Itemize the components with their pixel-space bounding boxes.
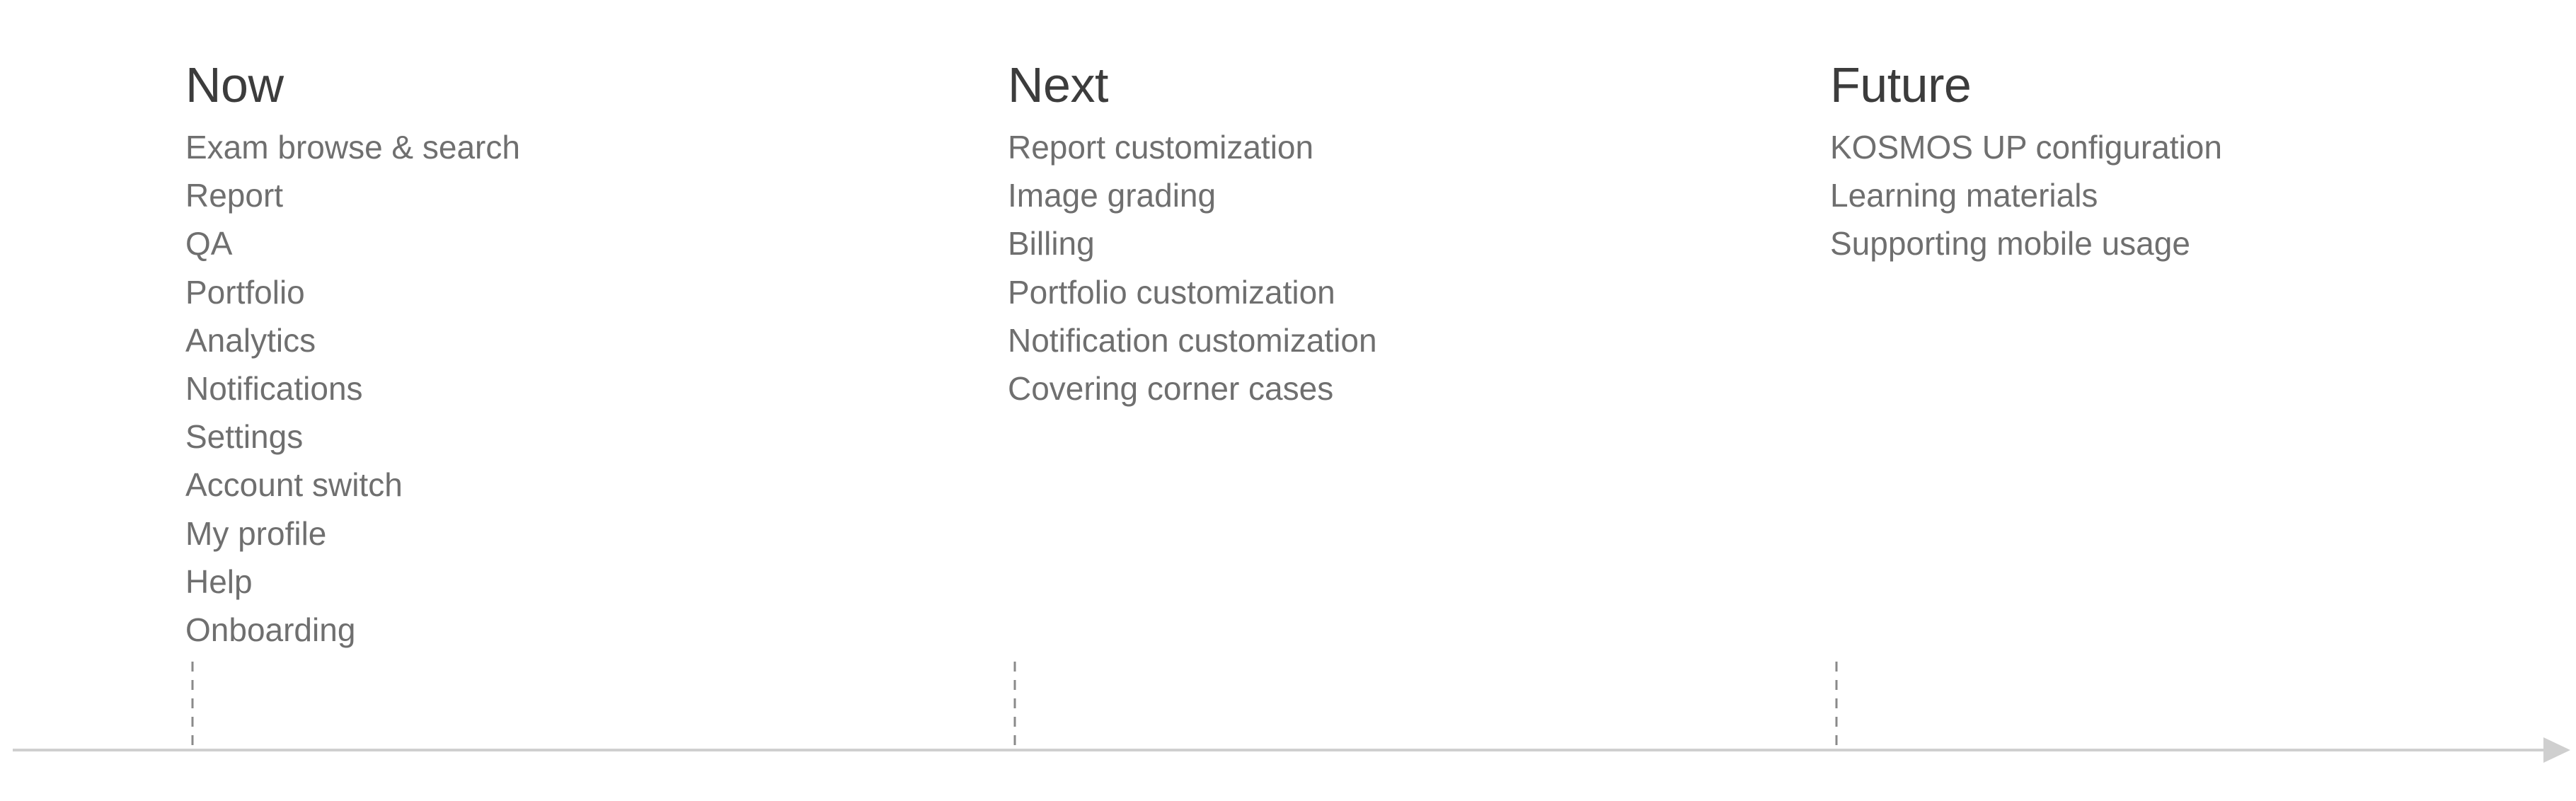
items-list-future: KOSMOS UP configuration Learning materia… [1830,123,2222,268]
list-item: QA [185,225,233,263]
list-item: Account switch [185,466,403,504]
items-list-next: Report customization Image grading Billi… [1008,123,1377,413]
list-item: Supporting mobile usage [1830,225,2190,263]
column-now: Now Exam browse & search Report QA Portf… [185,51,520,654]
list-item: Portfolio customization [1008,273,1335,311]
timeline-arrowhead [2543,737,2570,763]
list-item: Notifications [185,370,363,408]
list-item: Settings [185,418,304,456]
list-item: Covering corner cases [1008,370,1334,408]
column-title-future: Future [1830,57,1972,113]
items-list-now: Exam browse & search Report QA Portfolio… [185,123,520,654]
column-future: Future KOSMOS UP configuration Learning … [1830,51,2222,268]
column-title-next: Next [1008,57,1108,113]
list-item: Notification customization [1008,321,1377,359]
list-item: Report [185,177,284,214]
list-item: Onboarding [185,611,356,649]
list-item: Report customization [1008,129,1314,166]
list-item: Image grading [1008,177,1217,214]
list-item: Billing [1008,225,1095,263]
list-item: Exam browse & search [185,129,520,166]
column-title-now: Now [185,57,284,113]
list-item: My profile [185,514,327,552]
list-item: Analytics [185,321,316,359]
list-item: Learning materials [1830,177,2098,214]
column-next: Next Report customization Image grading … [1008,51,1377,413]
list-item: Portfolio [185,273,305,311]
list-item: Help [185,563,253,600]
list-item: KOSMOS UP configuration [1830,129,2222,166]
